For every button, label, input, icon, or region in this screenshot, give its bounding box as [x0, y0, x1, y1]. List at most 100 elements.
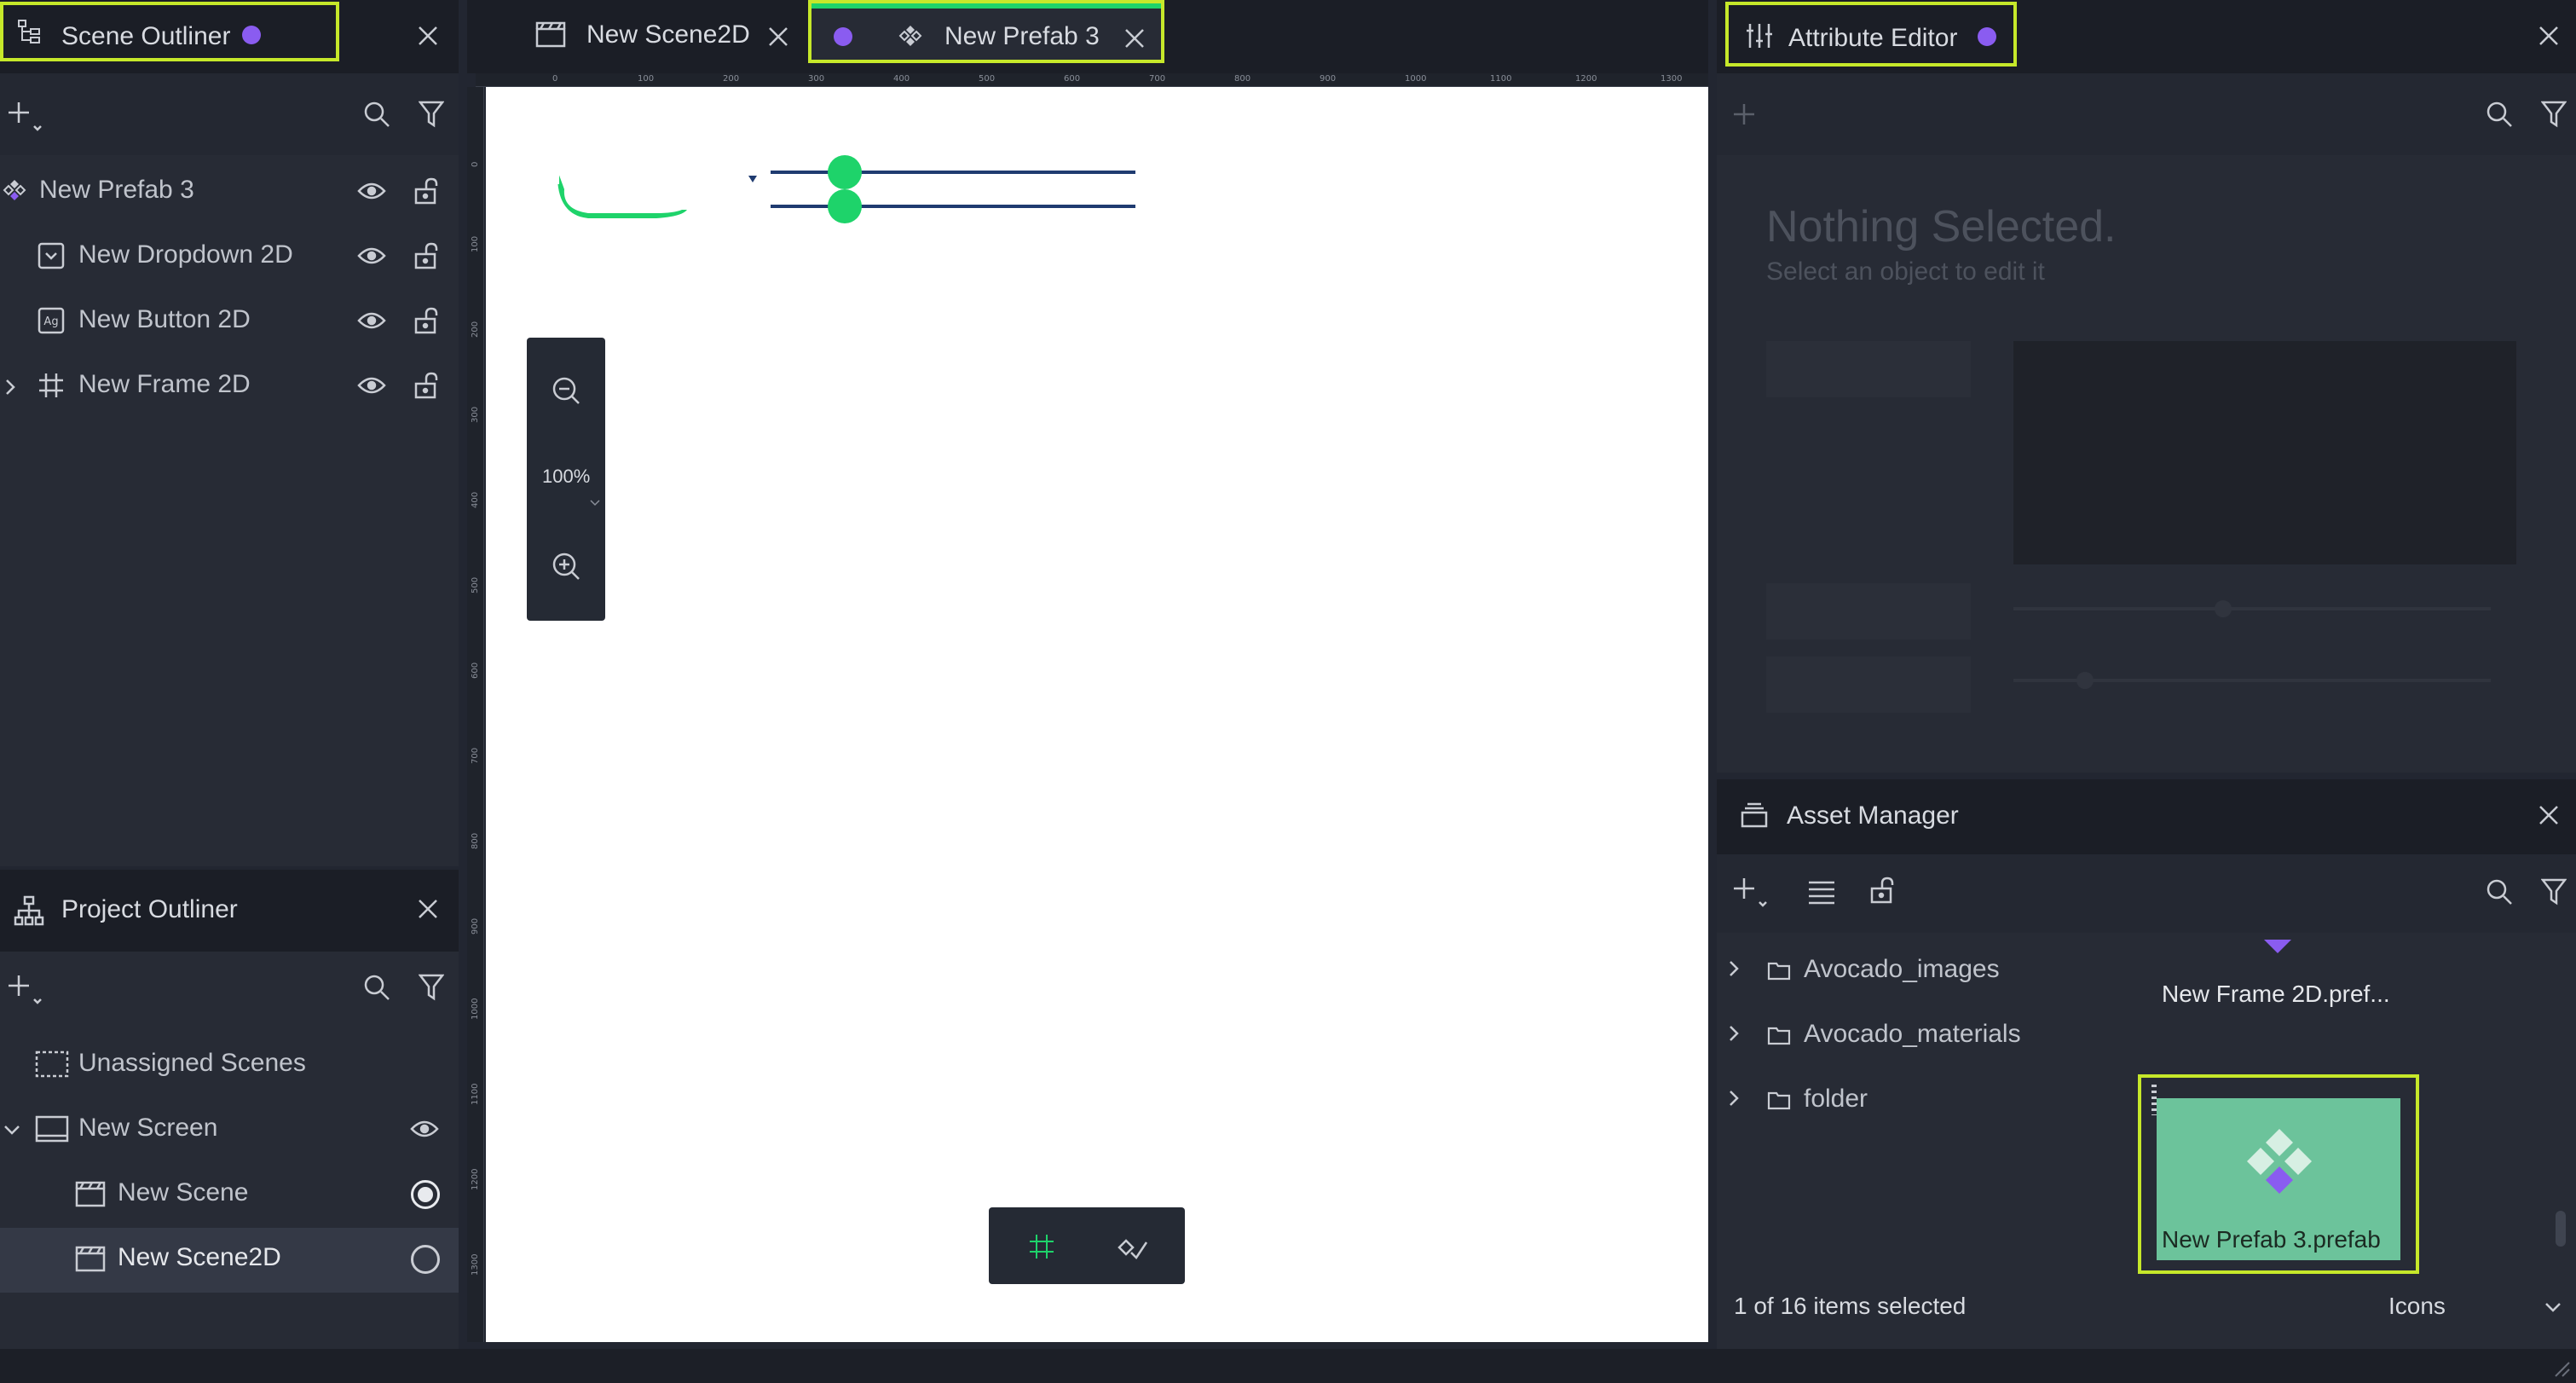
- bottom-status-bar: [0, 1349, 2576, 1383]
- ruler-tick-label: 300: [471, 406, 480, 423]
- asset-manager-toolbar: [1717, 854, 2576, 933]
- frame-icon: [36, 370, 66, 401]
- zoom-dropdown-icon[interactable]: [588, 498, 602, 508]
- outliner-item-label: New Dropdown 2D: [78, 240, 293, 269]
- ruler-tick-label: 900: [1320, 74, 1337, 84]
- add-icon[interactable]: [1729, 871, 1771, 914]
- prefab-icon: [2247, 1129, 2312, 1194]
- ruler-tick-label: 600: [1064, 74, 1081, 84]
- unassigned-scenes-icon: [34, 1049, 70, 1079]
- add-icon[interactable]: [3, 969, 46, 1011]
- svg-text:Ag: Ag: [43, 315, 58, 328]
- search-icon[interactable]: [358, 95, 396, 133]
- nothing-selected-title: Nothing Selected.: [1766, 202, 2117, 252]
- chevron-down-icon[interactable]: [2542, 1298, 2564, 1316]
- left-ruler: [467, 87, 484, 1342]
- close-icon[interactable]: [413, 894, 443, 924]
- filter-icon[interactable]: [2537, 873, 2571, 911]
- project-item-label: New Scene2D: [118, 1243, 281, 1271]
- unsaved-dot: [1978, 27, 1996, 46]
- placeholder-block: [1766, 583, 1971, 639]
- inactive-scene-radio[interactable]: [411, 1245, 440, 1274]
- visibility-eye-icon[interactable]: [355, 240, 389, 271]
- visibility-eye-icon[interactable]: [407, 1114, 442, 1144]
- view-mode-select[interactable]: Icons: [2388, 1293, 2446, 1320]
- lock-open-icon[interactable]: [411, 239, 442, 273]
- outliner-item-frame[interactable]: New Frame 2D: [0, 355, 459, 420]
- filter-icon[interactable]: [414, 969, 448, 1006]
- hierarchy-icon: [12, 894, 46, 928]
- lock-open-icon[interactable]: [411, 368, 442, 402]
- add-icon[interactable]: [1727, 95, 1761, 133]
- chevron-right-icon[interactable]: [2, 375, 19, 399]
- snap-check-icon[interactable]: [1113, 1228, 1151, 1265]
- chevron-right-icon[interactable]: [1727, 958, 1741, 979]
- filter-icon[interactable]: [2537, 95, 2571, 133]
- ruler-tick-label: 1300: [471, 1253, 480, 1276]
- slider-track-top[interactable]: [771, 171, 1135, 174]
- ruler-tick-label: 1000: [471, 998, 480, 1020]
- folder-item-folder[interactable]: folder: [1722, 1074, 2114, 1125]
- project-item-unassigned-scenes[interactable]: Unassigned Scenes: [0, 1033, 459, 1098]
- outliner-item-dropdown[interactable]: New Dropdown 2D: [0, 225, 459, 290]
- outliner-item-label: New Frame 2D: [78, 370, 251, 398]
- chevron-right-icon[interactable]: [1727, 1088, 1741, 1108]
- filter-icon[interactable]: [414, 95, 448, 133]
- asset-label[interactable]: New Frame 2D.pref...: [2162, 981, 2390, 1008]
- zoom-level[interactable]: 100%: [542, 466, 590, 488]
- lock-open-icon[interactable]: [411, 174, 442, 208]
- slider-handle-bottom[interactable]: [828, 189, 862, 223]
- chevron-down-icon[interactable]: [2, 1120, 22, 1139]
- folder-icon: [1766, 1023, 1792, 1047]
- ruler-tick-label: 1300: [1661, 74, 1683, 84]
- placeholder-preview: [2013, 341, 2516, 564]
- ruler-tick-label: 300: [808, 74, 825, 84]
- asset-scrollbar[interactable]: [2556, 1211, 2566, 1247]
- zoom-out-icon[interactable]: [547, 372, 585, 409]
- asset-label: New Prefab 3.prefab: [2162, 1226, 2381, 1253]
- slider-handle-top[interactable]: [828, 155, 862, 189]
- visibility-eye-icon[interactable]: [355, 370, 389, 401]
- placeholder-block: [1766, 657, 1971, 713]
- canvas-toolbar: [989, 1207, 1185, 1284]
- project-item-new-screen[interactable]: New Screen: [0, 1098, 459, 1163]
- slider-track-bottom[interactable]: [771, 205, 1135, 208]
- visibility-eye-icon[interactable]: [355, 176, 389, 206]
- close-icon[interactable]: [1120, 24, 1149, 53]
- tab-new-scene2d[interactable]: New Scene2D: [511, 0, 801, 73]
- outliner-item-button[interactable]: Ag New Button 2D: [0, 290, 459, 355]
- close-icon[interactable]: [2533, 800, 2564, 830]
- lock-open-icon[interactable]: [411, 304, 442, 338]
- close-icon[interactable]: [2533, 20, 2564, 51]
- asset-tile-new-prefab-3[interactable]: New Prefab 3.prefab: [2138, 1074, 2419, 1274]
- project-item-new-scene2d[interactable]: New Scene2D: [0, 1228, 459, 1293]
- resize-grip-icon[interactable]: [2549, 1356, 2573, 1380]
- zoom-in-icon[interactable]: [547, 547, 585, 585]
- active-scene-radio[interactable]: [411, 1180, 440, 1209]
- button-preview[interactable]: [554, 167, 690, 225]
- list-view-icon[interactable]: [1804, 875, 1840, 909]
- folder-item-avocado-materials[interactable]: Avocado_materials: [1722, 1010, 2114, 1061]
- ruler-tick-label: 800: [471, 832, 480, 849]
- ruler-tick-label: 500: [471, 576, 480, 593]
- search-icon[interactable]: [2481, 95, 2518, 133]
- visibility-eye-icon[interactable]: [355, 305, 389, 336]
- folder-item-avocado-images[interactable]: Avocado_images: [1722, 945, 2114, 996]
- placeholder-slider: [2013, 607, 2491, 610]
- add-icon[interactable]: [3, 95, 46, 138]
- grid-snap-icon[interactable]: [1025, 1230, 1059, 1264]
- ruler-tick-label: 200: [723, 74, 740, 84]
- lock-open-icon[interactable]: [1867, 873, 1897, 907]
- search-icon[interactable]: [358, 969, 396, 1006]
- scene-canvas[interactable]: [486, 87, 1708, 1342]
- close-icon[interactable]: [764, 22, 793, 51]
- close-icon[interactable]: [413, 20, 443, 51]
- outliner-item-prefab[interactable]: New Prefab 3: [0, 160, 459, 225]
- project-item-new-scene[interactable]: New Scene: [0, 1163, 459, 1228]
- chevron-right-icon[interactable]: [1727, 1023, 1741, 1044]
- search-icon[interactable]: [2481, 873, 2518, 911]
- tab-new-prefab-3[interactable]: New Prefab 3: [808, 0, 1164, 63]
- drag-handle-icon[interactable]: [2151, 1085, 2157, 1115]
- scene-outliner-tab[interactable]: Scene Outliner: [0, 2, 339, 61]
- attribute-editor-tab[interactable]: Attribute Editor: [1725, 2, 2017, 67]
